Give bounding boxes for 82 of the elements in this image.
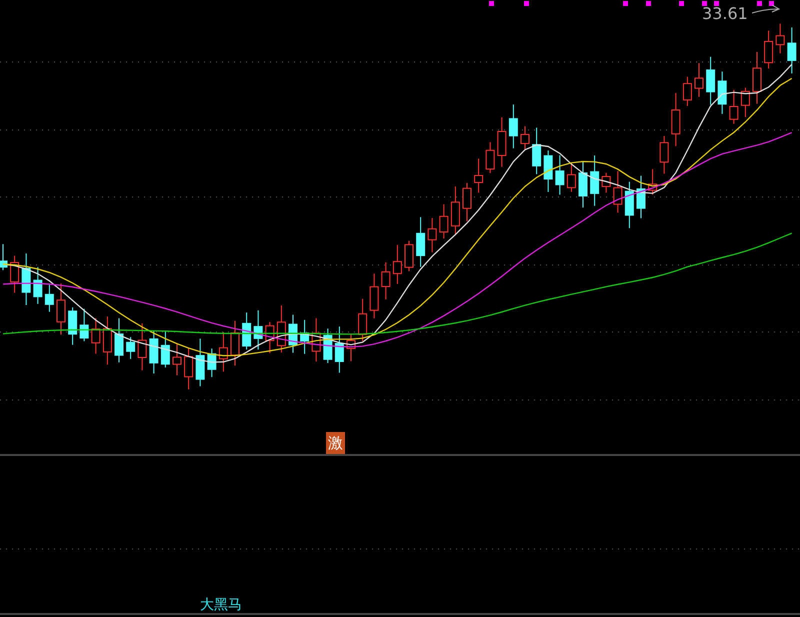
candlestick — [80, 308, 89, 342]
candlestick — [91, 318, 100, 354]
candlestick — [312, 318, 321, 362]
signal-badge: 激 — [326, 432, 345, 454]
arrow-icon — [752, 4, 780, 14]
high-price-label: 33.61 — [702, 4, 748, 24]
signal-marker — [757, 1, 762, 6]
candlestick — [416, 216, 426, 268]
candlestick — [33, 266, 42, 304]
candlestick — [160, 330, 170, 368]
candlestick — [68, 306, 78, 346]
candlestick — [624, 181, 634, 229]
candlestick — [718, 71, 727, 114]
candlestick — [462, 182, 472, 222]
candlestick — [358, 298, 368, 342]
candlestick — [682, 76, 692, 106]
candlestick — [776, 23, 785, 54]
signal-marker — [646, 1, 651, 6]
candlestick — [648, 168, 658, 196]
candlestick — [114, 318, 124, 363]
candlestick — [218, 332, 228, 372]
candlestick — [334, 326, 344, 374]
candlestick — [660, 135, 669, 174]
candlestick — [265, 322, 274, 354]
candlestick — [636, 175, 646, 219]
signal-marker — [524, 1, 529, 6]
candlestick — [474, 158, 484, 194]
candlestick — [172, 342, 182, 376]
candlestick — [497, 116, 506, 168]
candlestick — [126, 336, 136, 360]
candlestick — [752, 51, 762, 104]
candlestick — [602, 172, 611, 194]
candlestick — [694, 62, 704, 98]
candlestick — [242, 312, 252, 350]
candlestick — [0, 244, 8, 271]
signal-marker — [623, 1, 628, 6]
candlestick — [56, 282, 66, 336]
candlestick — [300, 319, 310, 354]
candlestick — [207, 348, 216, 378]
candlestick — [508, 104, 518, 149]
candlestick — [196, 338, 205, 387]
signal-marker — [769, 1, 774, 6]
candlestick — [532, 127, 542, 175]
candlestick — [613, 170, 622, 214]
candlestick — [706, 56, 716, 106]
candlestick — [764, 30, 774, 70]
candlestick — [288, 314, 298, 354]
candlestick — [578, 162, 588, 208]
candlestick — [392, 244, 402, 284]
candlestick — [370, 273, 379, 319]
candlestick — [10, 255, 20, 294]
candlestick — [428, 218, 437, 253]
candlestick — [404, 240, 414, 272]
candlestick — [520, 126, 530, 150]
candlestick — [184, 348, 194, 390]
candlestick — [544, 150, 553, 192]
candlestick — [729, 89, 738, 124]
candlestick — [138, 322, 147, 371]
candlestick — [671, 92, 680, 147]
candlestick — [555, 154, 564, 196]
candlestick — [566, 162, 576, 192]
candlestick — [439, 204, 448, 239]
candlestick — [381, 262, 390, 300]
indicator-label: 大黑马 — [200, 597, 242, 613]
candlestick — [22, 252, 31, 306]
candlestick — [230, 320, 240, 366]
signal-marker — [702, 1, 707, 6]
candlestick — [149, 330, 158, 374]
candlestick — [323, 328, 332, 364]
candlestick — [486, 142, 495, 174]
candlestick — [787, 26, 796, 74]
candlestick — [590, 154, 600, 206]
candlestick — [346, 333, 356, 362]
candlestick — [740, 87, 750, 118]
candlestick — [254, 310, 263, 350]
candlestick — [44, 284, 54, 312]
signal-marker — [714, 1, 719, 6]
candlestick — [450, 186, 460, 235]
signal-marker — [489, 1, 494, 6]
candlestick — [102, 316, 112, 366]
candlestick — [276, 304, 286, 353]
signal-marker — [679, 1, 684, 6]
